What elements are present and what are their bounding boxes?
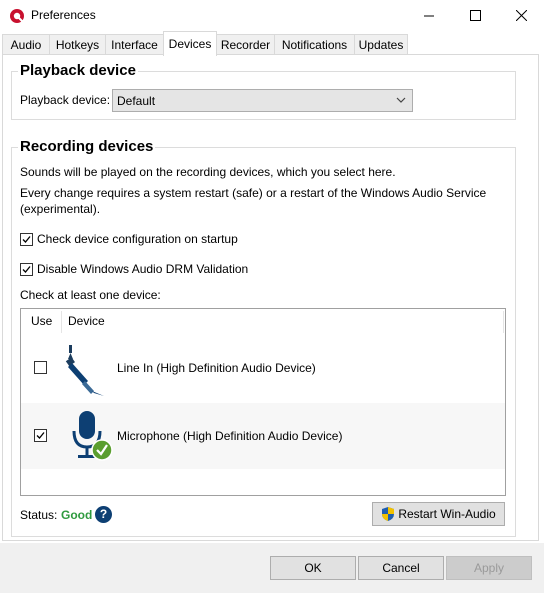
list-item[interactable]: Line In (High Definition Audio Device) — [21, 335, 505, 401]
checkmark-icon — [22, 266, 31, 273]
close-button[interactable] — [498, 0, 544, 31]
column-header-device[interactable]: Device — [68, 314, 105, 328]
tab-hotkeys[interactable]: Hotkeys — [49, 34, 106, 55]
tab-label: Updates — [358, 38, 404, 52]
minimize-button[interactable] — [406, 0, 452, 31]
restart-win-audio-button[interactable]: Restart Win-Audio — [372, 502, 505, 526]
device-name: Microphone (High Definition Audio Device… — [117, 429, 343, 443]
list-header: Use Device — [21, 309, 505, 333]
apply-label: Apply — [473, 561, 505, 575]
recording-restart-info-cont: (experimental). — [20, 202, 101, 216]
column-header-use[interactable]: Use — [31, 314, 52, 328]
help-icon[interactable]: ? — [95, 506, 112, 523]
apply-button[interactable]: Apply — [446, 556, 532, 580]
recording-group-title: Recording devices — [18, 138, 156, 155]
app-logo-icon — [10, 9, 24, 23]
check-config-checkbox[interactable] — [20, 233, 33, 246]
playback-device-select[interactable]: Default — [112, 89, 413, 112]
status-value: Good — [61, 508, 93, 522]
recording-restart-info: Every change requires a system restart (… — [20, 186, 487, 200]
check-config-label: Check device configuration on startup — [37, 232, 238, 246]
check-device-hint: Check at least one device: — [20, 288, 161, 302]
chevron-down-icon — [396, 97, 406, 103]
ok-button[interactable]: OK — [270, 556, 356, 580]
checkmark-icon — [36, 432, 45, 439]
tab-label: Notifications — [281, 38, 348, 52]
tab-devices[interactable]: Devices — [163, 31, 217, 56]
tab-label: Devices — [168, 37, 212, 51]
device-list[interactable]: Use Device Line In (High Definition Audi… — [20, 308, 506, 496]
microphone-icon — [72, 411, 113, 461]
title-bar: Preferences — [0, 0, 544, 31]
tab-recorder[interactable]: Recorder — [216, 34, 275, 55]
device-use-checkbox[interactable] — [34, 429, 47, 442]
tab-notifications[interactable]: Notifications — [274, 34, 355, 55]
list-item[interactable]: Microphone (High Definition Audio Device… — [21, 403, 505, 469]
tab-label: Hotkeys — [55, 38, 100, 52]
window-title: Preferences — [31, 8, 96, 22]
recording-info-text: Sounds will be played on the recording d… — [20, 165, 396, 179]
disable-drm-checkbox[interactable] — [20, 263, 33, 276]
tab-strip: Audio Hotkeys Interface Devices Recorder… — [0, 31, 544, 56]
devices-panel: Playback device Playback device: Default… — [2, 54, 539, 541]
help-glyph: ? — [99, 507, 108, 521]
playback-device-value: Default — [117, 93, 156, 108]
audio-jack-icon — [65, 345, 104, 396]
status-label: Status: — [20, 508, 58, 522]
cancel-button[interactable]: Cancel — [358, 556, 444, 580]
tab-interface[interactable]: Interface — [105, 34, 164, 55]
column-divider — [61, 311, 62, 333]
minimize-icon — [424, 15, 434, 16]
tab-label: Interface — [111, 38, 158, 52]
tab-label: Recorder — [220, 38, 271, 52]
disable-drm-label: Disable Windows Audio DRM Validation — [37, 262, 249, 276]
device-use-checkbox[interactable] — [34, 361, 47, 374]
maximize-icon — [469, 10, 481, 21]
playback-device-label: Playback device: — [20, 93, 111, 107]
tab-updates[interactable]: Updates — [354, 34, 408, 55]
maximize-button[interactable] — [452, 0, 498, 31]
dialog-footer: OK Cancel Apply — [0, 543, 544, 593]
restart-button-label: Restart Win-Audio — [398, 507, 496, 521]
device-name: Line In (High Definition Audio Device) — [117, 361, 316, 375]
tab-label: Audio — [10, 38, 42, 52]
shield-icon — [382, 507, 395, 521]
tab-audio[interactable]: Audio — [2, 34, 50, 55]
column-divider — [503, 311, 504, 333]
cancel-label: Cancel — [382, 561, 420, 575]
checkmark-icon — [22, 236, 31, 243]
close-icon — [515, 10, 527, 21]
playback-group-title: Playback device — [18, 62, 138, 79]
ok-label: OK — [304, 561, 322, 575]
